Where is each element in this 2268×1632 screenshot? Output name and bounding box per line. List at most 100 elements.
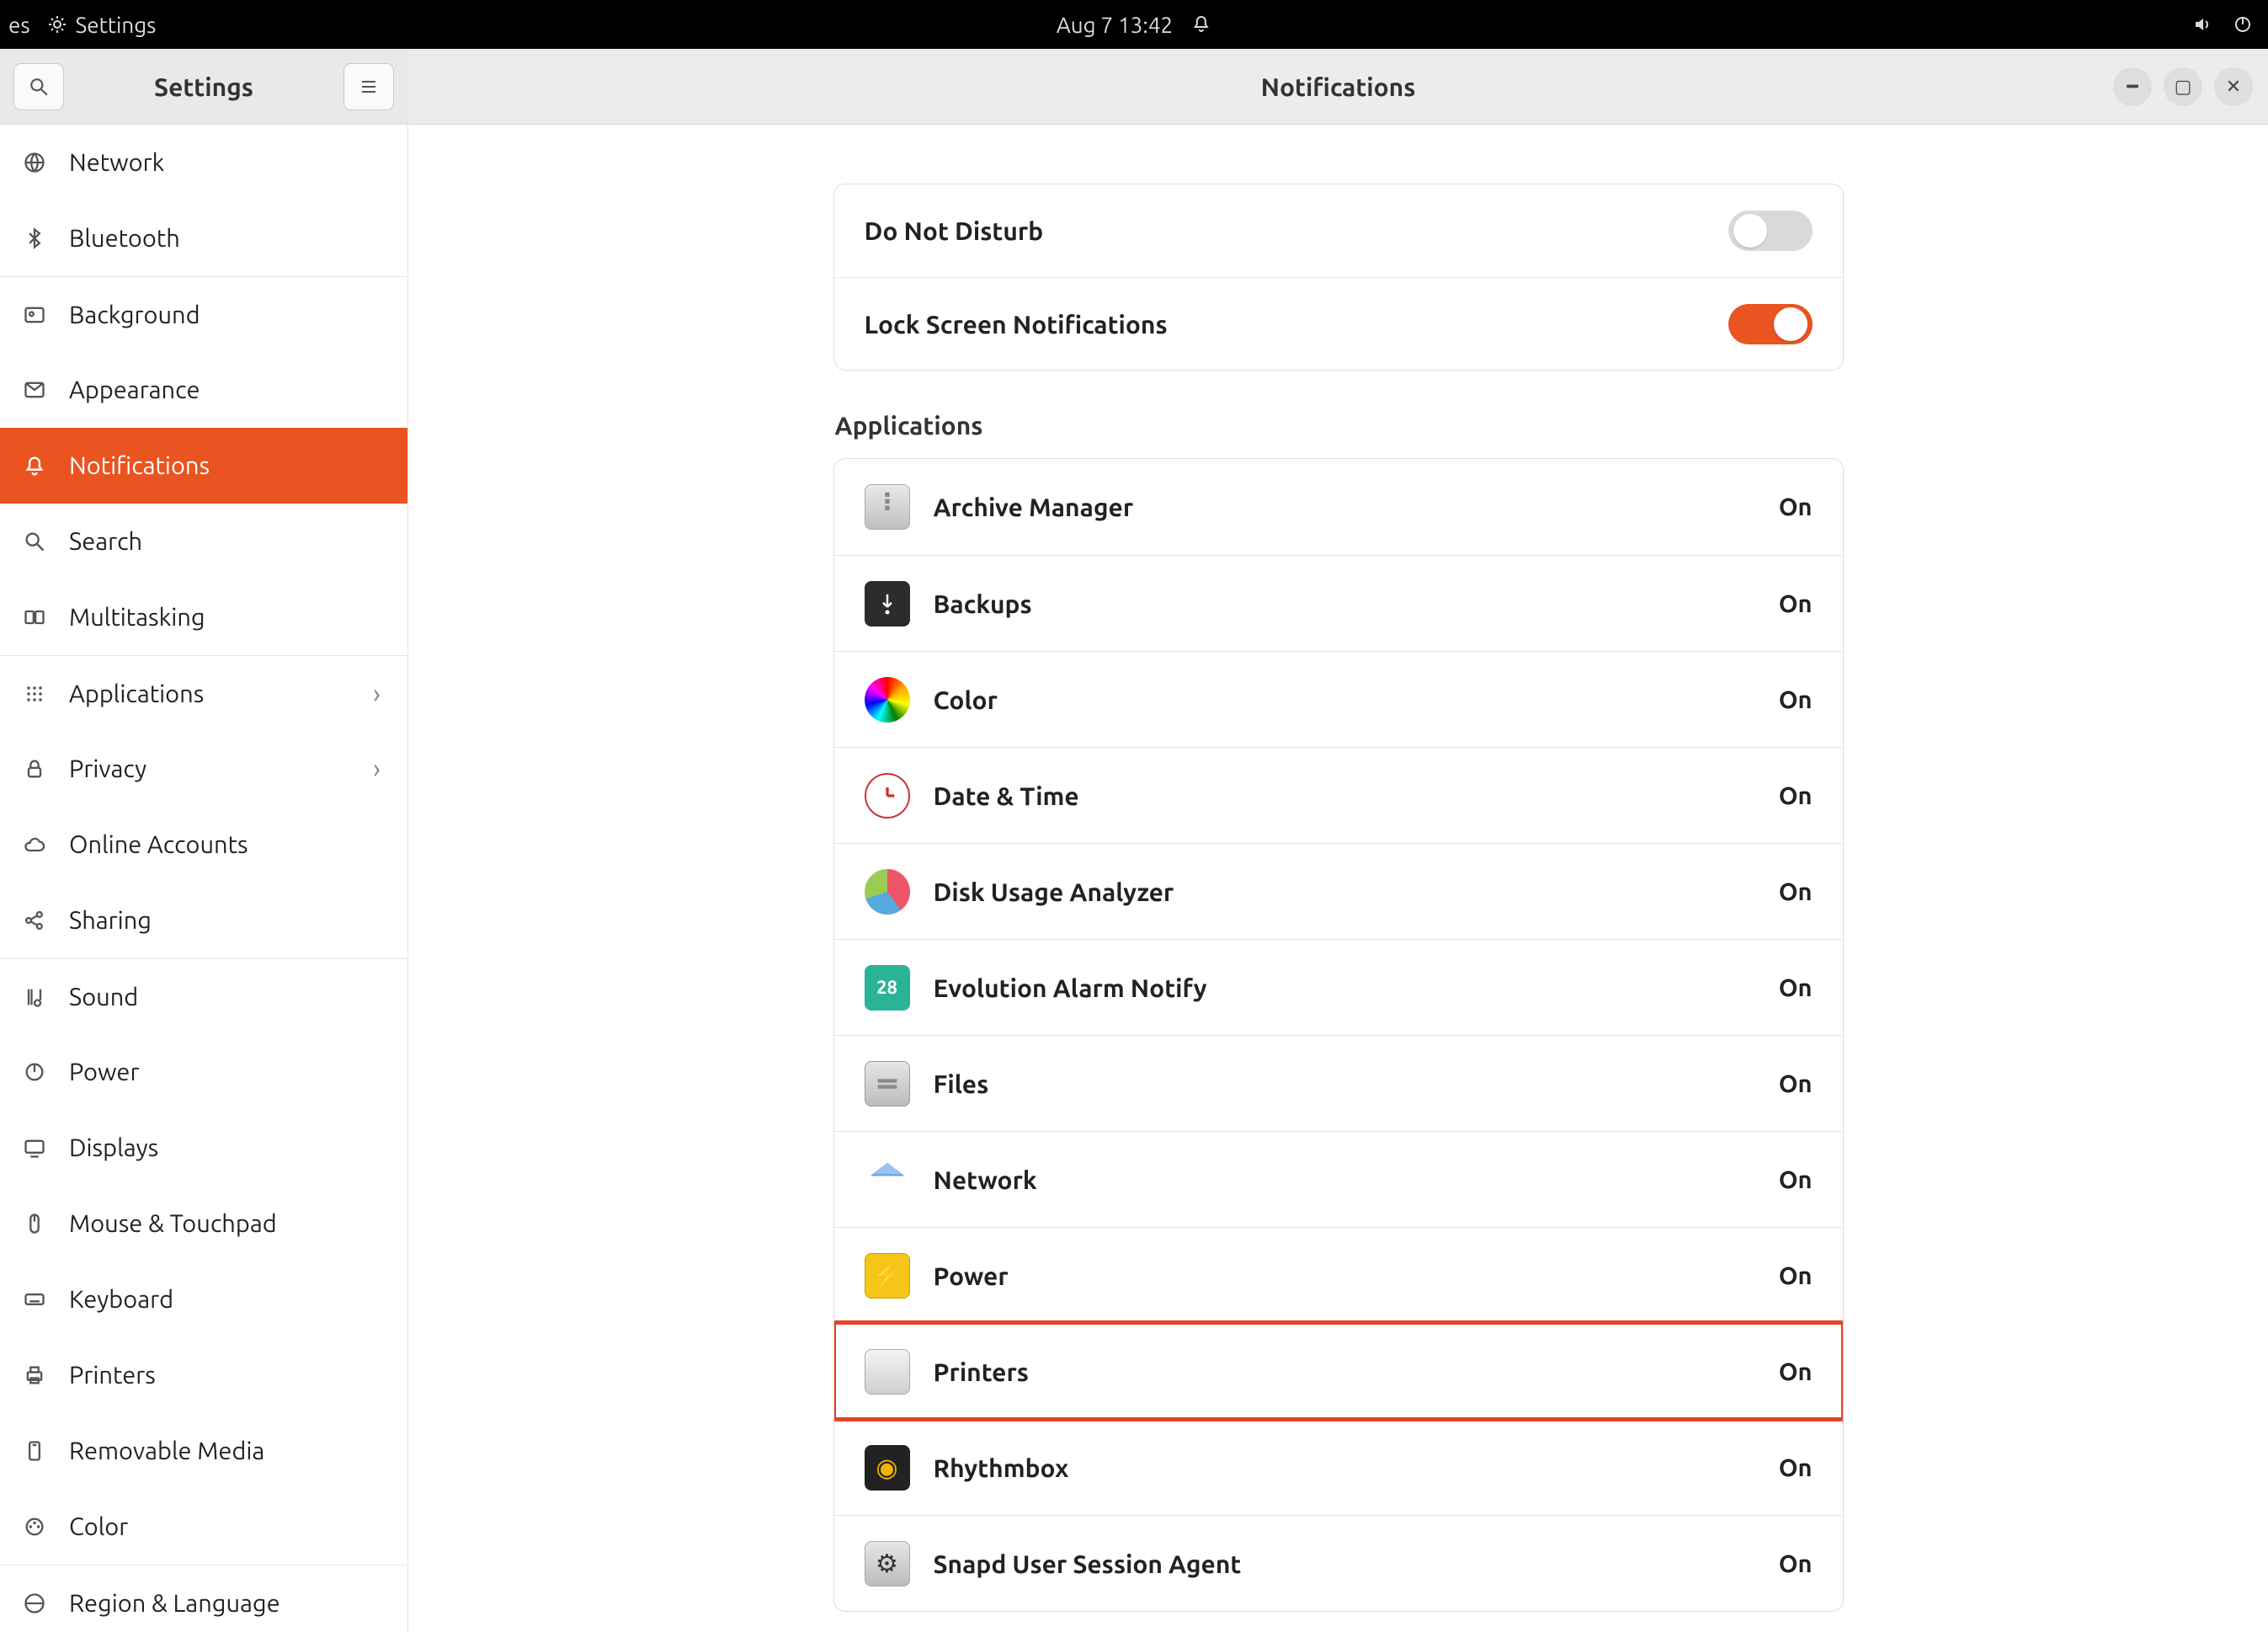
app-status: On <box>1779 1550 1813 1577</box>
app-icon <box>865 677 910 723</box>
app-icon: ⚡ <box>865 1253 910 1299</box>
search-icon <box>22 529 47 554</box>
sidebar-item-label: Background <box>69 301 200 328</box>
share-icon <box>22 908 47 933</box>
menubar-app-label: Settings <box>76 13 157 37</box>
sidebar-item-sound[interactable]: Sound <box>0 958 407 1034</box>
app-name: Date & Time <box>934 781 1755 810</box>
app-name: Archive Manager <box>934 493 1755 521</box>
sidebar-menu-button[interactable] <box>343 63 394 110</box>
mouse-icon <box>22 1211 47 1236</box>
sidebar-item-label: Appearance <box>69 376 200 403</box>
window-maximize-button[interactable]: ▢ <box>2164 67 2202 106</box>
sidebar-item-label: Multitasking <box>69 604 205 631</box>
sidebar-item-printers[interactable]: Printers <box>0 1337 407 1413</box>
sidebar-item-online-accounts[interactable]: Online Accounts <box>0 807 407 883</box>
sidebar-item-search[interactable]: Search <box>0 504 407 579</box>
background-icon <box>22 302 47 328</box>
sidebar-item-multitasking[interactable]: Multitasking <box>0 579 407 655</box>
sidebar-item-removable-media[interactable]: Removable Media <box>0 1413 407 1489</box>
sidebar-item-label: Search <box>69 528 142 555</box>
sidebar-item-privacy[interactable]: Privacy › <box>0 731 407 807</box>
sidebar-item-label: Sharing <box>69 907 152 934</box>
menubar-center[interactable]: Aug 7 13:42 <box>1057 13 1211 37</box>
app-icon: ⚙ <box>865 1541 910 1587</box>
sidebar-item-region-language[interactable]: Region & Language <box>0 1565 407 1632</box>
toggle-row-do-not-disturb: Do Not Disturb <box>834 184 1843 277</box>
applications-heading: Applications <box>835 411 1845 440</box>
sidebar-item-power[interactable]: Power <box>0 1034 407 1110</box>
app-row-files[interactable]: FilesOn <box>834 1035 1843 1131</box>
region-icon <box>22 1591 47 1616</box>
app-row-evolution-alarm-notify[interactable]: 28Evolution Alarm NotifyOn <box>834 939 1843 1035</box>
app-name: Power <box>934 1261 1755 1290</box>
app-status: On <box>1779 974 1813 1001</box>
sidebar-item-label: Privacy <box>69 755 146 782</box>
toggle-switch[interactable] <box>1728 211 1813 251</box>
sidebar-title: Settings <box>154 72 253 101</box>
notification-bell-icon <box>1191 14 1211 35</box>
app-status: On <box>1779 878 1813 905</box>
sidebar-item-label: Applications <box>69 680 204 707</box>
sidebar-item-notifications[interactable]: Notifications <box>0 428 407 504</box>
app-row-snapd-user-session-agent[interactable]: ⚙Snapd User Session AgentOn <box>834 1515 1843 1611</box>
app-row-rhythmbox[interactable]: ◉RhythmboxOn <box>834 1419 1843 1515</box>
window-close-button[interactable]: ✕ <box>2214 67 2253 106</box>
sidebar-item-displays[interactable]: Displays <box>0 1110 407 1186</box>
sidebar-item-label: Displays <box>69 1134 158 1161</box>
content-pane: Notifications ━ ▢ ✕ Do Not DisturbLock S… <box>408 49 2268 1632</box>
printer-icon <box>22 1363 47 1388</box>
app-icon <box>865 1061 910 1107</box>
sidebar-item-color[interactable]: Color <box>0 1489 407 1565</box>
power-menu-icon[interactable] <box>2233 14 2253 35</box>
sidebar-item-background[interactable]: Background <box>0 276 407 352</box>
toggle-label: Do Not Disturb <box>865 216 1044 245</box>
window-minimize-button[interactable]: ━ <box>2113 67 2152 106</box>
app-name: Printers <box>934 1357 1755 1386</box>
menubar-right <box>2192 14 2253 35</box>
app-status: On <box>1779 493 1813 520</box>
settings-icon <box>47 14 67 35</box>
app-row-archive-manager[interactable]: Archive Manager On <box>834 459 1843 555</box>
color-icon <box>22 1514 47 1539</box>
app-row-backups[interactable]: BackupsOn <box>834 555 1843 651</box>
toggle-switch[interactable] <box>1728 304 1813 344</box>
app-row-printers[interactable]: PrintersOn <box>834 1323 1843 1419</box>
sidebar-item-mouse-touchpad[interactable]: Mouse & Touchpad <box>0 1186 407 1261</box>
sidebar-item-keyboard[interactable]: Keyboard <box>0 1261 407 1337</box>
sidebar-item-sharing[interactable]: Sharing <box>0 883 407 958</box>
search-icon <box>28 76 50 98</box>
sidebar-item-appearance[interactable]: Appearance <box>0 352 407 428</box>
page-title: Notifications <box>1261 72 1416 101</box>
sidebar-item-bluetooth[interactable]: Bluetooth <box>0 200 407 276</box>
app-name: Color <box>934 685 1755 714</box>
bell-icon <box>22 453 47 478</box>
app-row-date-time[interactable]: Date & Time On <box>834 747 1843 843</box>
app-row-power[interactable]: ⚡PowerOn <box>834 1227 1843 1323</box>
app-status: On <box>1779 590 1813 617</box>
app-row-color[interactable]: Color On <box>834 651 1843 747</box>
app-status: On <box>1779 1070 1813 1097</box>
sidebar-item-label: Mouse & Touchpad <box>69 1210 277 1237</box>
lock-icon <box>22 756 47 781</box>
menubar-datetime: Aug 7 13:42 <box>1057 13 1173 37</box>
volume-icon[interactable] <box>2192 14 2212 35</box>
sidebar-search-button[interactable] <box>13 63 64 110</box>
app-indicator[interactable]: Settings <box>47 13 157 37</box>
app-icon <box>865 484 910 530</box>
app-row-network[interactable]: NetworkOn <box>834 1131 1843 1227</box>
sidebar-item-label: Printers <box>69 1362 156 1389</box>
app-icon: ◉ <box>865 1445 910 1491</box>
sidebar-item-network[interactable]: Network <box>0 125 407 200</box>
chevron-right-icon: › <box>373 754 381 784</box>
activities-fragment[interactable]: es <box>8 13 30 37</box>
power-icon <box>22 1059 47 1085</box>
app-status: On <box>1779 782 1813 809</box>
app-status: On <box>1779 686 1813 713</box>
system-menubar: es Settings Aug 7 13:42 <box>0 0 2268 49</box>
sidebar-item-applications[interactable]: Applications› <box>0 655 407 731</box>
sidebar-item-label: Network <box>69 149 164 176</box>
app-icon: 28 <box>865 965 910 1011</box>
app-row-disk-usage-analyzer[interactable]: Disk Usage AnalyzerOn <box>834 843 1843 939</box>
app-status: On <box>1779 1166 1813 1193</box>
